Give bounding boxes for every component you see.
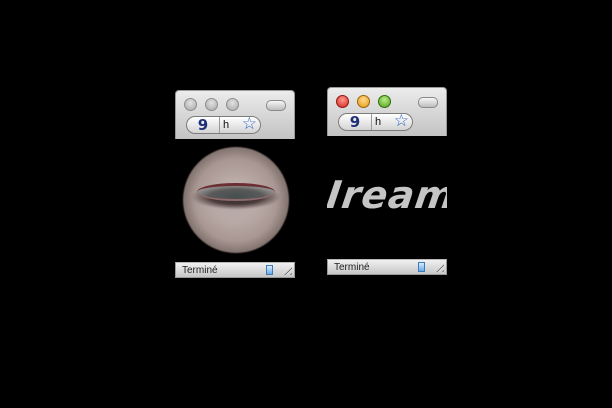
status-bar: Terminé (327, 259, 447, 275)
close-button[interactable] (336, 95, 349, 108)
status-bar: Terminé (175, 262, 295, 278)
page-content (175, 139, 295, 262)
progress-indicator (418, 262, 425, 272)
eye-lid-detail (197, 183, 275, 201)
star-icon[interactable]: ☆ (394, 114, 409, 130)
star-icon[interactable]: ☆ (242, 117, 257, 133)
minimize-button[interactable] (357, 95, 370, 108)
progress-indicator (266, 265, 273, 275)
browser-window-left: 9 h ☆ Terminé (175, 90, 295, 278)
history-count[interactable]: 9 (187, 117, 220, 133)
url-field[interactable]: h (375, 114, 381, 130)
brand-text: Iream (327, 173, 447, 217)
zoom-button[interactable] (226, 98, 239, 111)
url-field[interactable]: h (223, 117, 229, 133)
status-text: Terminé (334, 262, 370, 273)
toolbar-toggle-button[interactable] (266, 100, 286, 111)
close-button[interactable] (184, 98, 197, 111)
title-bar[interactable]: 9 h ☆ (175, 90, 295, 139)
title-bar[interactable]: 9 h ☆ (327, 87, 447, 136)
minimize-button[interactable] (205, 98, 218, 111)
resize-grip-icon[interactable] (433, 261, 444, 272)
navigation-bar[interactable]: 9 h ☆ (338, 113, 413, 131)
history-count[interactable]: 9 (339, 114, 372, 130)
status-text: Terminé (182, 265, 218, 276)
zoom-button[interactable] (378, 95, 391, 108)
page-content: Iream (327, 136, 447, 259)
resize-grip-icon[interactable] (281, 264, 292, 275)
navigation-bar[interactable]: 9 h ☆ (186, 116, 261, 134)
browser-window-right: 9 h ☆ Iream Terminé (327, 87, 447, 275)
toolbar-toggle-button[interactable] (418, 97, 438, 108)
